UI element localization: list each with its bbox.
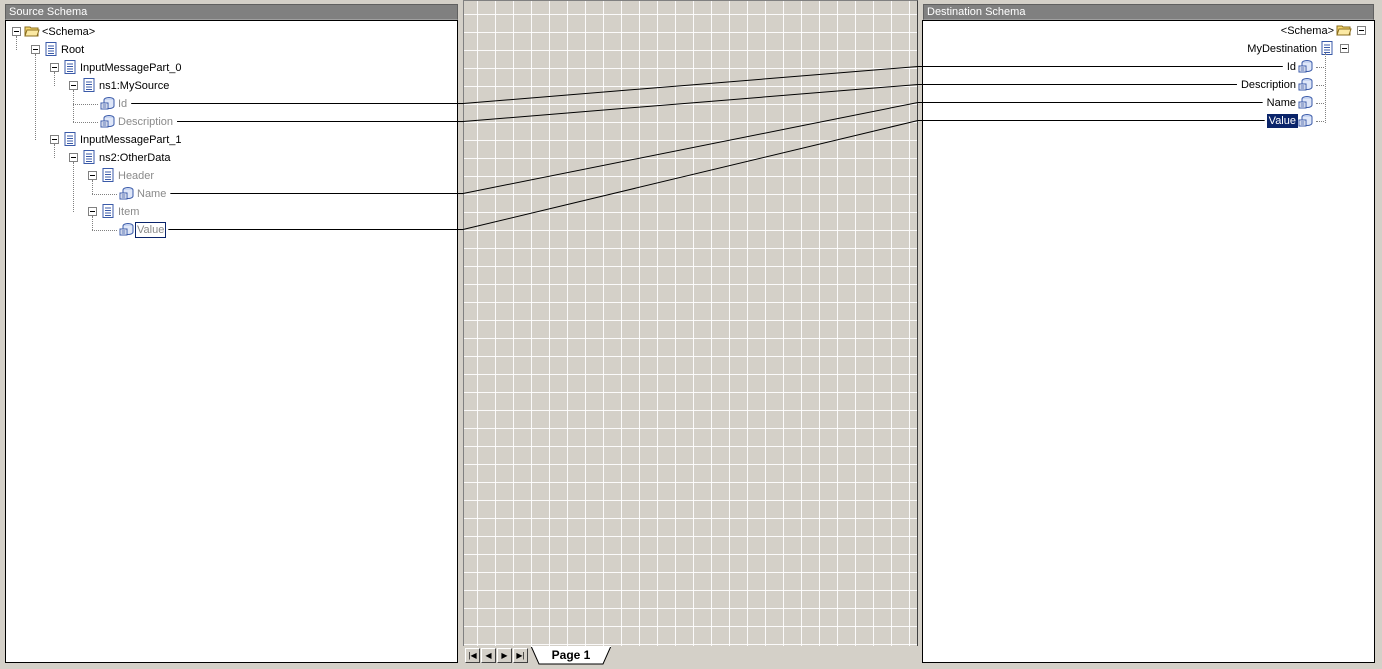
field-icon (119, 221, 135, 240)
tree-connector (1316, 67, 1324, 68)
collapse-toggle[interactable] (69, 153, 78, 162)
tree-connector (73, 122, 98, 123)
field-icon (1298, 58, 1314, 77)
collapse-toggle[interactable] (1340, 44, 1349, 53)
destination-node-name[interactable]: Name (1265, 94, 1314, 112)
tree-connector (92, 230, 117, 231)
next-page-button[interactable]: ▶ (497, 648, 512, 663)
source-node-ns2-otherdata[interactable]: ns2:OtherData (81, 149, 173, 167)
source-node-inputmessagepart-0[interactable]: InputMessagePart_0 (62, 59, 184, 77)
mapper-grid[interactable] (463, 0, 918, 646)
source-node-label: ns2:OtherData (99, 152, 171, 164)
field-icon (1298, 76, 1314, 95)
prev-page-button[interactable]: ◀ (481, 648, 496, 663)
record-icon (81, 149, 97, 168)
source-node-label: ns1:MySource (99, 80, 170, 92)
tree-connector (1316, 85, 1324, 86)
source-node-description[interactable]: Description (100, 113, 175, 131)
source-node-header[interactable]: Header (100, 167, 156, 185)
collapse-toggle[interactable] (31, 45, 40, 54)
tree-connector (73, 104, 98, 105)
destination-schema-title: Destination Schema (923, 4, 1374, 20)
source-schema-tree[interactable]: <Schema> Root InputMessagePart_0 ns1:MySour… (5, 20, 458, 663)
tree-connector (92, 194, 117, 195)
collapse-toggle[interactable] (1357, 26, 1366, 35)
destination-schema-title-label: Destination Schema (927, 6, 1026, 18)
collapse-toggle[interactable] (88, 171, 97, 180)
folder-icon (1336, 22, 1352, 41)
destination-node-id[interactable]: Id (1285, 58, 1314, 76)
tree-connector (35, 54, 36, 140)
tree-connector (92, 180, 93, 194)
tab-page-1-label: Page 1 (551, 648, 591, 662)
destination-node-description[interactable]: Description (1239, 76, 1314, 94)
source-node-schema[interactable]: <Schema> (24, 23, 97, 41)
source-node-label: Id (118, 98, 128, 110)
tree-connector (1325, 53, 1326, 123)
record-icon (1319, 40, 1335, 59)
source-node-label: Description (118, 116, 174, 128)
tree-connector (54, 72, 55, 86)
destination-node-label: Id (1286, 61, 1296, 73)
source-node-id[interactable]: Id (100, 95, 129, 113)
source-node-label: Header (118, 170, 155, 182)
source-schema-title-label: Source Schema (9, 6, 88, 18)
tree-connector (92, 216, 93, 230)
record-icon (100, 203, 116, 222)
destination-node-label: Description (1240, 79, 1296, 91)
source-schema-title: Source Schema (5, 4, 458, 20)
source-node-name[interactable]: Name (119, 185, 168, 203)
tab-page-1[interactable]: Page 1 (531, 646, 611, 665)
tree-connector (73, 90, 74, 122)
collapse-toggle[interactable] (88, 207, 97, 216)
tree-connector (54, 144, 55, 158)
source-node-ns1-mysource[interactable]: ns1:MySource (81, 77, 171, 95)
tree-connector (1316, 121, 1324, 122)
field-icon (100, 95, 116, 114)
grid-page-bar: |◀ ◀ ▶ ▶| Page 1 (463, 646, 918, 666)
collapse-toggle[interactable] (50, 63, 59, 72)
record-icon (62, 59, 78, 78)
collapse-toggle[interactable] (69, 81, 78, 90)
source-node-label: <Schema> (42, 26, 96, 38)
first-page-button[interactable]: |◀ (465, 648, 480, 663)
source-node-label: Item (118, 206, 140, 218)
destination-schema-tree[interactable]: <Schema> MyDestination Id Description Name Va… (922, 20, 1375, 663)
last-page-glyph: ▶| (516, 650, 525, 660)
source-node-inputmessagepart-1[interactable]: InputMessagePart_1 (62, 131, 184, 149)
destination-node-value[interactable]: Value (1266, 112, 1314, 131)
destination-node-label: Value (1266, 114, 1298, 128)
destination-node-label: MyDestination (1247, 43, 1317, 55)
field-icon (100, 113, 116, 132)
folder-icon (24, 23, 40, 42)
source-node-label: Value (135, 222, 167, 238)
next-page-glyph: ▶ (501, 650, 508, 660)
destination-node-mydestination[interactable]: MyDestination (1245, 40, 1335, 58)
field-icon (119, 185, 135, 204)
tree-connector (73, 162, 74, 212)
record-icon (43, 41, 59, 60)
destination-node-schema[interactable]: <Schema> (1279, 22, 1352, 40)
source-node-value[interactable]: Value (119, 221, 167, 240)
source-node-root[interactable]: Root (43, 41, 86, 59)
record-icon (81, 77, 97, 96)
record-icon (62, 131, 78, 150)
source-node-item[interactable]: Item (100, 203, 141, 221)
record-icon (100, 167, 116, 186)
source-node-label: InputMessagePart_1 (80, 134, 182, 146)
source-node-label: Root (61, 44, 85, 56)
collapse-toggle[interactable] (12, 27, 21, 36)
destination-node-label: <Schema> (1280, 25, 1334, 37)
prev-page-glyph: ◀ (485, 650, 492, 660)
source-node-label: InputMessagePart_0 (80, 62, 182, 74)
field-icon (1298, 112, 1314, 131)
source-node-label: Name (137, 188, 167, 200)
field-icon (1298, 94, 1314, 113)
tree-connector (16, 36, 17, 50)
collapse-toggle[interactable] (50, 135, 59, 144)
first-page-glyph: |◀ (468, 650, 477, 660)
last-page-button[interactable]: ▶| (513, 648, 528, 663)
tree-connector (1316, 103, 1324, 104)
destination-node-label: Name (1266, 97, 1296, 109)
